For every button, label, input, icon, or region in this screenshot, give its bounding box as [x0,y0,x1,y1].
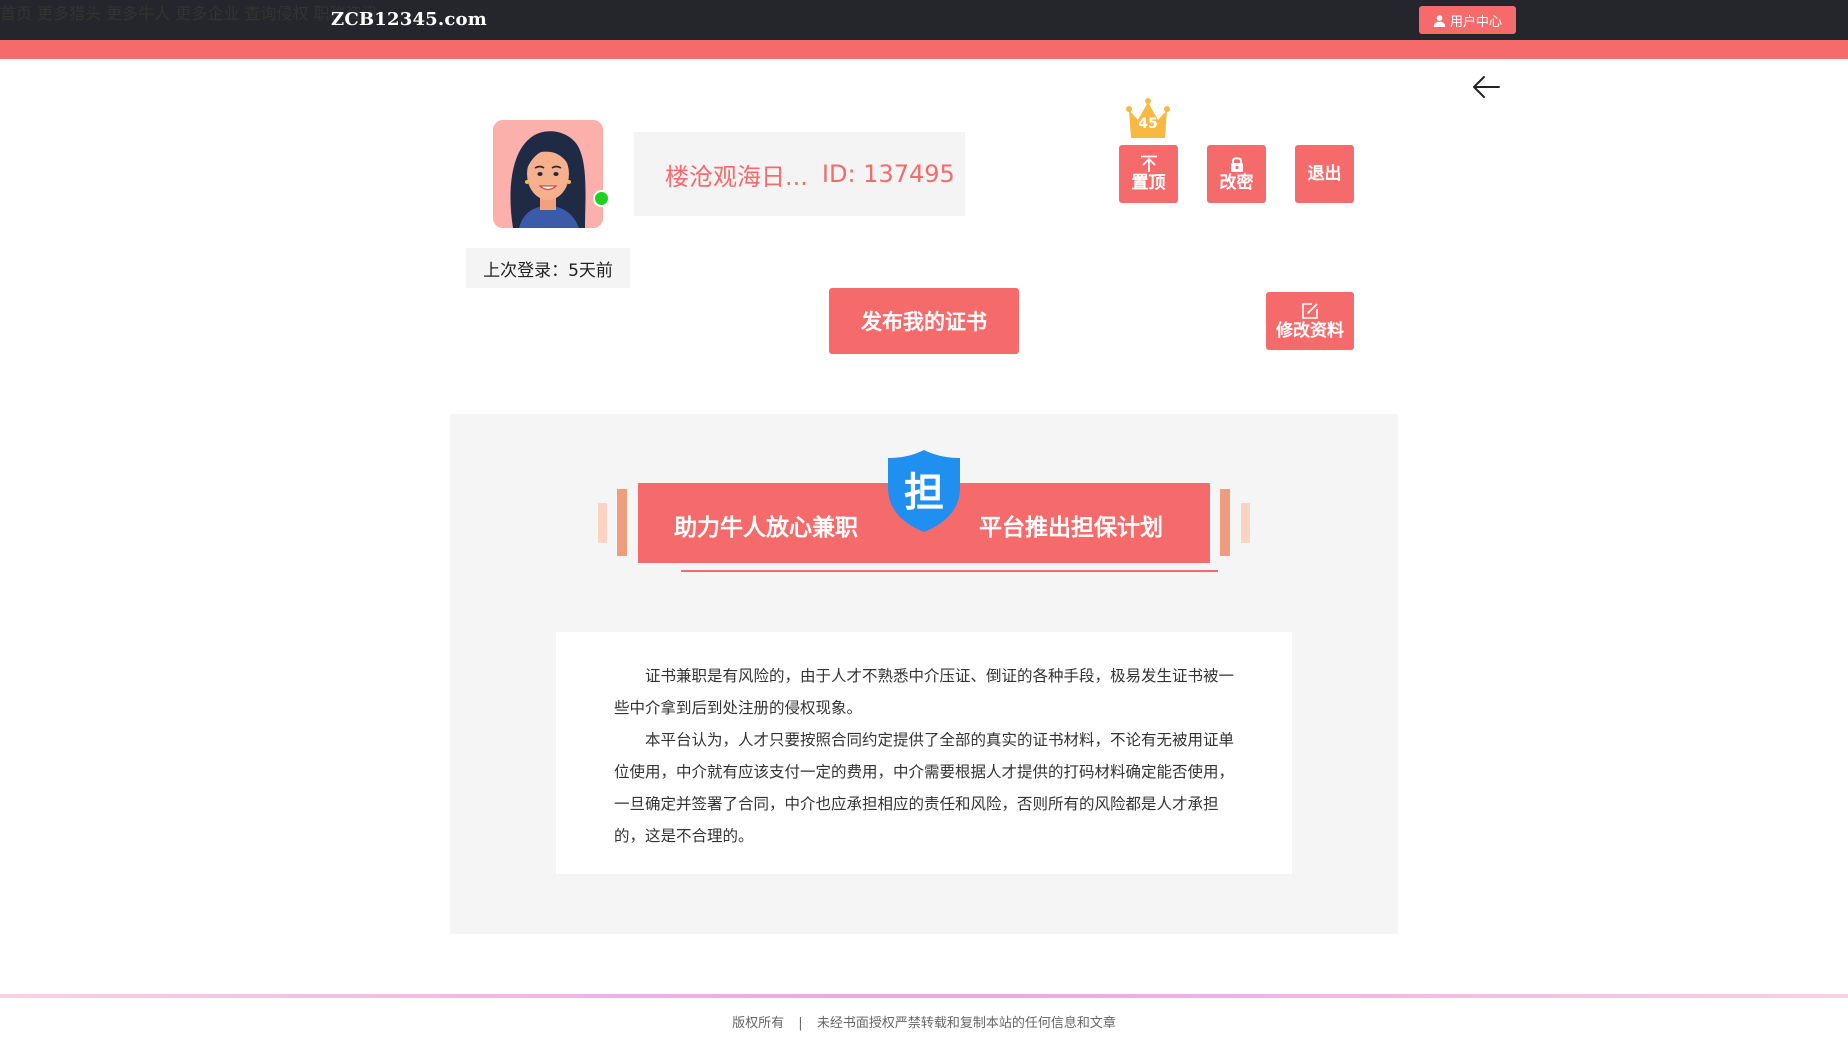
user-center-button[interactable]: 用户中心 [1419,6,1516,34]
edit-icon [1302,303,1318,319]
password-label: 改密 [1219,173,1254,194]
nav-more-headhunters[interactable]: 更多猎头 [37,4,101,23]
nav-check-infringement[interactable]: 查询侵权 [244,4,308,23]
lock-icon [1230,157,1243,173]
banner-right-text: 平台推出担保计划 [979,515,1163,541]
user-id: ID: 137495 [821,160,955,188]
edit-profile-button[interactable]: 修改资料 [1266,292,1354,350]
last-login-label: 上次登录： [483,260,569,281]
main-nav: 首页 更多猎头 更多牛人 更多企业 查询侵权 职称资讯 [0,0,1848,24]
footer-divider [0,994,1848,998]
footer: 版权所有 | 未经书面授权严禁转载和复制本站的任何信息和文章 [0,1012,1848,1031]
user-center-label: 用户中心 [1449,14,1502,30]
footer-separator: | [798,1016,803,1031]
guarantee-paragraph-2: 本平台认为，人才只要按照合同约定提供了全部的真实的证书材料，不论有无被用证单位使… [614,731,1235,845]
avatar[interactable] [493,120,603,228]
crown-count: 45 [1138,116,1158,132]
publish-certificate-button[interactable]: 发布我的证书 [829,288,1019,354]
logout-button[interactable]: 退出 [1295,145,1354,203]
top-button[interactable]: 置顶 [1119,145,1178,203]
nav-more-talents[interactable]: 更多牛人 [106,4,170,23]
avatar-illustration [493,120,603,228]
guarantee-text-card: 证书兼职是有风险的，由于人才不熟悉中介压证、倒证的各种手段，极易发生证书被一些中… [556,632,1292,874]
accent-strip [0,40,1848,59]
change-password-button[interactable]: 改密 [1207,145,1266,203]
nav-more-companies[interactable]: 更多企业 [175,4,239,23]
shield-char: 担 [904,470,944,516]
banner-deco-right-outer [1241,503,1250,543]
footer-notice: 未经书面授权严禁转载和复制本站的任何信息和文章 [816,1016,1116,1031]
online-status-dot [593,190,610,207]
edit-profile-label: 修改资料 [1276,321,1344,342]
shield-icon: 担 [888,450,960,532]
banner-deco-right-inner [1220,489,1230,556]
back-arrow-icon[interactable] [1471,74,1501,100]
user-name: 楼沧观海日... [665,162,808,191]
user-icon [1433,14,1446,27]
footer-copyright: 版权所有 [732,1016,785,1031]
banner-left-text: 助力牛人放心兼职 [674,515,858,541]
user-name-box: 楼沧观海日... ID: 137495 [634,132,965,216]
last-login-badge: 上次登录： 5天前 [466,248,630,288]
banner-underline [681,570,1218,572]
last-login-value: 5天前 [568,260,613,281]
site-logo[interactable]: ZCB12345.com [331,9,487,30]
banner-deco-left-outer [598,503,607,543]
arrow-up-icon [1140,155,1157,173]
nav-home[interactable]: 首页 [0,4,32,23]
top-label: 置顶 [1131,173,1166,194]
guarantee-paragraph-1: 证书兼职是有风险的，由于人才不熟悉中介压证、倒证的各种手段，极易发生证书被一些中… [614,667,1235,717]
banner-deco-left-inner [617,489,627,556]
top-navbar: ZCB12345.com 首页 更多猎头 更多牛人 更多企业 查询侵权 职称资讯… [0,0,1848,40]
logout-label: 退出 [1307,163,1342,184]
